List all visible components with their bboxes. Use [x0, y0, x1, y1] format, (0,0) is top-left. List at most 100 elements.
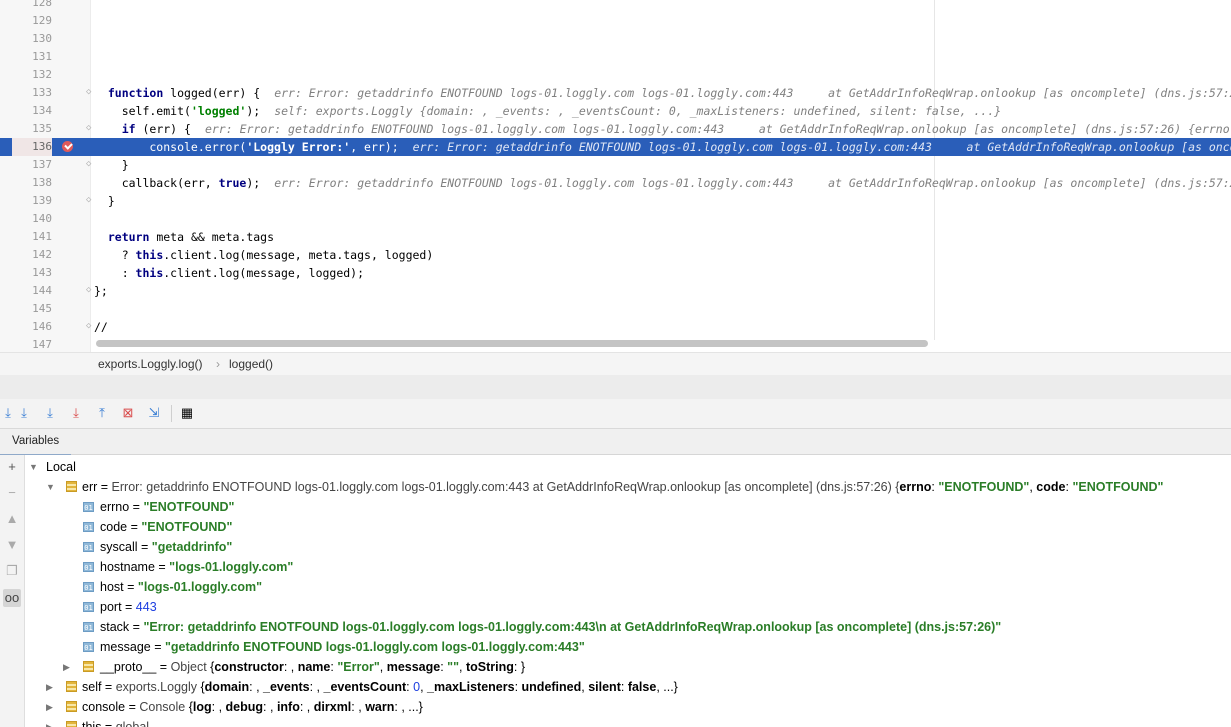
step-out-icon[interactable]: ⤒ [94, 405, 110, 421]
code-line[interactable]: 139 ◇ } [0, 192, 1231, 210]
collapse-arrow-icon[interactable]: ▶ [46, 697, 56, 717]
code-line[interactable]: 142 ? this.client.log(message, meta.tags… [0, 246, 1231, 264]
fold-marker-icon[interactable]: ◇ [86, 196, 93, 205]
line-number[interactable]: 143 [12, 264, 52, 282]
breakpoint-icon[interactable] [62, 141, 73, 152]
collapse-arrow-icon[interactable]: ▶ [63, 657, 73, 677]
step-into-my-code-icon[interactable]: ⤓ [42, 405, 58, 421]
tree-row-field[interactable]: 01 message = "getaddrinfo ENOTFOUND logs-… [25, 637, 1231, 657]
line-number[interactable]: 146 [12, 318, 52, 336]
tree-row-field[interactable]: 01 host = "logs-01.loggly.com" [25, 577, 1231, 597]
code-editor[interactable]: 128 129 130 131 132 133 ◇ function logged(err)… [0, 0, 1231, 352]
primitive-value-icon: 01 [83, 582, 94, 592]
tree-row-field[interactable]: 01 errno = "ENOTFOUND" [25, 497, 1231, 517]
inline-debug-value: err: Error: getaddrinfo ENOTFOUND logs-0… [204, 122, 1231, 136]
tree-row-self[interactable]: ▶ self = exports.Loggly {domain: , _even… [25, 677, 1231, 697]
step-into-icon[interactable]: ⤓ [16, 405, 32, 421]
code-line[interactable]: 135 ◇ if (err) {err: Error: getaddrinfo E… [0, 120, 1231, 138]
line-number[interactable]: 139 [12, 192, 52, 210]
code-line[interactable]: 141 return meta && meta.tags [0, 228, 1231, 246]
primitive-value-icon: 01 [83, 622, 94, 632]
drop-frame-icon[interactable]: ⊠ [120, 405, 136, 421]
tab-variables[interactable]: Variables [0, 429, 72, 456]
force-step-into-icon[interactable]: ⤓ [68, 405, 84, 421]
var-value: "ENOTFOUND" [143, 500, 235, 514]
code-line[interactable]: 145 [0, 300, 1231, 318]
line-number[interactable]: 138 [12, 174, 52, 192]
expand-arrow-icon[interactable]: ▼ [46, 477, 56, 497]
code-line[interactable]: 140 [0, 210, 1231, 228]
line-number[interactable]: 144 [12, 282, 52, 300]
line-number[interactable]: 137 [12, 156, 52, 174]
fold-marker-icon[interactable]: ◇ [86, 160, 93, 169]
line-number[interactable]: 134 [12, 102, 52, 120]
line-number[interactable]: 145 [12, 300, 52, 318]
tree-row-local[interactable]: ▼ Local [25, 457, 1231, 477]
fold-marker-icon[interactable]: ◇ [86, 322, 93, 331]
line-number[interactable]: 135 [12, 120, 52, 138]
code-line[interactable]: 138 callback(err, true); err: Error: geta… [0, 174, 1231, 192]
var-value: "logs-01.loggly.com" [169, 560, 294, 574]
code-line[interactable]: 132 [0, 66, 1231, 84]
collapse-arrow-icon[interactable]: ▶ [46, 717, 56, 727]
code-line[interactable]: 144 ◇}; [0, 282, 1231, 300]
step-over-icon[interactable]: ⤓ [0, 405, 16, 421]
horizontal-scrollbar[interactable] [96, 340, 928, 347]
tree-row-field[interactable]: 01 syscall = "getaddrinfo" [25, 537, 1231, 557]
tree-row-this[interactable]: ▶ this = global [25, 717, 1231, 727]
evaluate-expression-icon[interactable]: ▦ [179, 405, 195, 421]
panel-divider[interactable] [0, 375, 1231, 399]
breadcrumb-separator: › [216, 357, 220, 371]
expand-arrow-icon[interactable]: ▼ [29, 457, 39, 477]
code-line[interactable]: 128 [0, 0, 1231, 12]
move-up-icon[interactable]: ▲ [3, 510, 21, 528]
var-name: message [100, 640, 151, 654]
collapse-arrow-icon[interactable]: ▶ [46, 677, 56, 697]
tree-row-field[interactable]: 01 code = "ENOTFOUND" [25, 517, 1231, 537]
code-line[interactable]: 146 ◇// [0, 318, 1231, 336]
breadcrumb-item-log[interactable]: exports.Loggly.log() [98, 357, 203, 371]
line-number[interactable]: 147 [12, 336, 52, 352]
code-line[interactable]: 143 : this.client.log(message, logged); [0, 264, 1231, 282]
run-to-cursor-icon[interactable]: ⇲ [146, 405, 162, 421]
toolbar-separator [171, 405, 172, 422]
line-number[interactable]: 131 [12, 48, 52, 66]
move-down-icon[interactable]: ▼ [3, 536, 21, 554]
line-number[interactable]: 128 [12, 0, 52, 12]
line-number[interactable]: 130 [12, 30, 52, 48]
copy-icon[interactable]: ❐ [3, 562, 21, 580]
tree-row-proto[interactable]: ▶ __proto__ = Object {constructor: , nam… [25, 657, 1231, 677]
tree-row-field[interactable]: 01 hostname = "logs-01.loggly.com" [25, 557, 1231, 577]
code-line-current[interactable]: 136 console.error('Loggly Error:', err);… [0, 138, 1231, 156]
tree-row-field[interactable]: 01 stack = "Error: getaddrinfo ENOTFOUND … [25, 617, 1231, 637]
line-number[interactable]: 129 [12, 12, 52, 30]
add-watch-icon[interactable]: + [3, 458, 21, 476]
scope-label: Local [46, 460, 76, 474]
fold-marker-icon[interactable]: ◇ [86, 286, 93, 295]
code-line[interactable]: 131 [0, 48, 1231, 66]
tree-row-field[interactable]: 01 port = 443 [25, 597, 1231, 617]
var-value: "ENOTFOUND" [141, 520, 233, 534]
inline-debug-value: err: Error: getaddrinfo ENOTFOUND logs-0… [274, 176, 1231, 190]
primitive-value-icon: 01 [83, 602, 94, 612]
line-number[interactable]: 141 [12, 228, 52, 246]
tree-row-err[interactable]: ▼ err = Error: getaddrinfo ENOTFOUND log… [25, 477, 1231, 497]
code-line[interactable]: 137 ◇ } [0, 156, 1231, 174]
line-number[interactable]: 133 [12, 84, 52, 102]
fold-marker-icon[interactable]: ◇ [86, 124, 93, 133]
code-line[interactable]: 134 self.emit('logged'); self: exports.Lo… [0, 102, 1231, 120]
watches-glasses-icon[interactable]: oo [3, 589, 21, 607]
code-line[interactable]: 133 ◇ function logged(err) {err: Error: g… [0, 84, 1231, 102]
line-number[interactable]: 140 [12, 210, 52, 228]
fold-marker-icon[interactable]: ◇ [86, 88, 93, 97]
line-number[interactable]: 136 [12, 138, 52, 156]
remove-watch-icon[interactable]: − [3, 484, 21, 502]
var-name: syscall [100, 540, 138, 554]
code-line[interactable]: 130 [0, 30, 1231, 48]
breadcrumb-item-logged[interactable]: logged() [229, 357, 273, 371]
line-number[interactable]: 132 [12, 66, 52, 84]
code-line[interactable]: 129 [0, 12, 1231, 30]
tree-row-console[interactable]: ▶ console = Console {log: , debug: , inf… [25, 697, 1231, 717]
object-icon [66, 481, 77, 492]
line-number[interactable]: 142 [12, 246, 52, 264]
